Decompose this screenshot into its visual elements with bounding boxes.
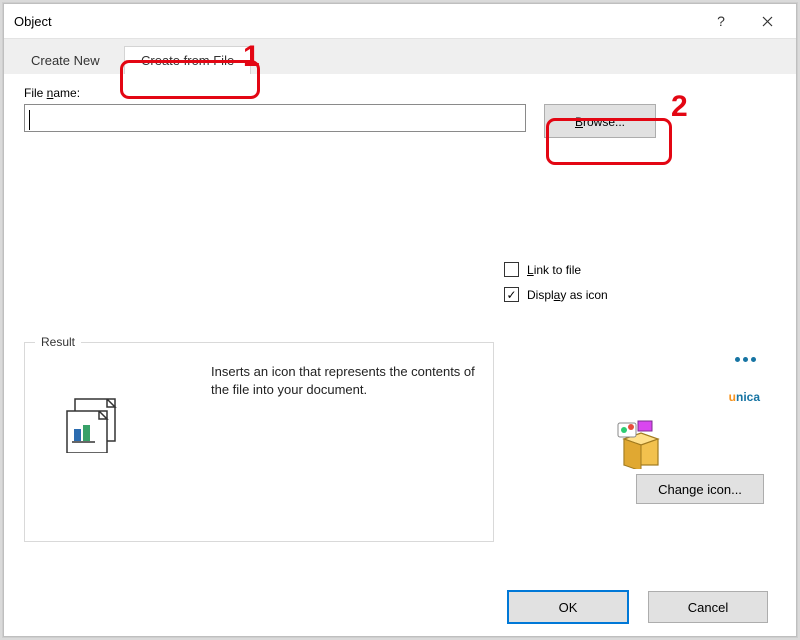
cancel-button[interactable]: Cancel <box>648 591 768 623</box>
link-to-file-option[interactable]: Link to file <box>504 262 704 277</box>
display-as-icon-option[interactable]: Display as icon <box>504 287 704 302</box>
checkbox-unchecked-icon <box>504 262 519 277</box>
titlebar: Object ? <box>4 4 796 38</box>
text-caret <box>29 110 30 130</box>
object-dialog: Object ? Create New Create from File Fil… <box>3 3 797 637</box>
link-to-file-label: Link to file <box>527 263 581 277</box>
logo-dots-icon <box>735 357 756 362</box>
dialog-footer: OK Cancel <box>4 578 796 636</box>
annotation-box-2 <box>546 118 672 165</box>
options-group: Link to file Display as icon <box>504 262 704 312</box>
annotation-number-1: 1 <box>243 40 260 74</box>
close-button[interactable] <box>744 6 790 36</box>
file-name-label: File name: <box>24 86 80 100</box>
result-description: Inserts an icon that represents the cont… <box>211 363 481 399</box>
annotation-number-2: 2 <box>671 90 688 124</box>
watermark-logo: unica <box>729 364 760 411</box>
dialog-title: Object <box>14 14 698 29</box>
package-icon <box>616 419 666 472</box>
ok-button[interactable]: OK <box>508 591 628 623</box>
result-group: Result Inserts an icon that represents t… <box>24 342 494 542</box>
file-name-input[interactable] <box>24 104 526 132</box>
display-as-icon-label: Display as icon <box>527 288 608 302</box>
result-title: Result <box>35 335 81 349</box>
checkbox-checked-icon <box>504 287 519 302</box>
annotation-box-1 <box>120 60 260 99</box>
insert-object-icon <box>65 397 119 456</box>
change-icon-button[interactable]: Change icon... <box>636 474 764 504</box>
help-button[interactable]: ? <box>698 6 744 36</box>
close-icon <box>762 16 773 27</box>
tab-create-new[interactable]: Create New <box>14 46 117 74</box>
dialog-body: File name: Browse... Link to file Displa… <box>4 74 796 578</box>
